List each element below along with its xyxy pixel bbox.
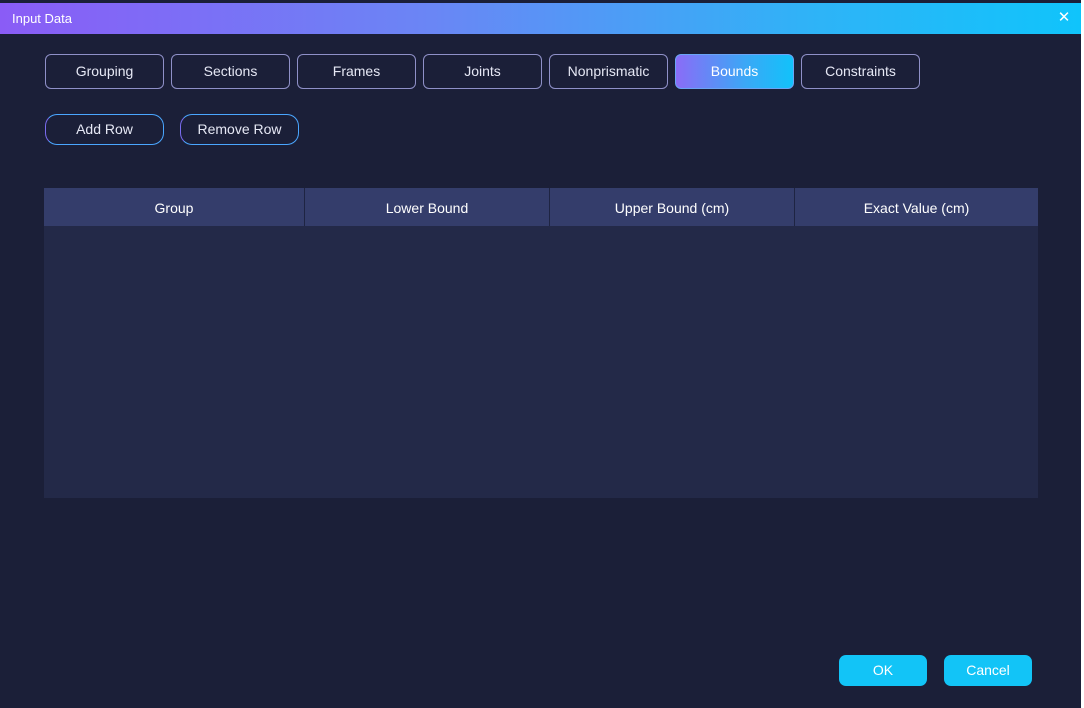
tab-bounds[interactable]: Bounds (675, 54, 794, 89)
table-header: Group Lower Bound Upper Bound (cm) Exact… (44, 188, 1038, 226)
column-header-upper-bound[interactable]: Upper Bound (cm) (550, 188, 795, 226)
add-row-button[interactable]: Add Row (45, 114, 164, 145)
input-data-dialog: Input Data ✕ Grouping Sections Frames Jo… (0, 0, 1081, 708)
tab-nonprismatic[interactable]: Nonprismatic (549, 54, 668, 89)
title-bar: Input Data ✕ (0, 3, 1081, 34)
tab-joints[interactable]: Joints (423, 54, 542, 89)
remove-row-button[interactable]: Remove Row (180, 114, 299, 145)
cancel-button[interactable]: Cancel (944, 655, 1032, 686)
tab-constraints[interactable]: Constraints (801, 54, 920, 89)
window-title: Input Data (12, 11, 72, 26)
column-header-exact-value[interactable]: Exact Value (cm) (795, 188, 1038, 226)
tab-grouping[interactable]: Grouping (45, 54, 164, 89)
tab-sections[interactable]: Sections (171, 54, 290, 89)
column-header-group[interactable]: Group (44, 188, 305, 226)
table-body[interactable] (44, 226, 1038, 498)
bounds-table: Group Lower Bound Upper Bound (cm) Exact… (44, 188, 1038, 498)
ok-button[interactable]: OK (839, 655, 927, 686)
tab-frames[interactable]: Frames (297, 54, 416, 89)
close-icon[interactable]: ✕ (1057, 10, 1071, 26)
column-header-lower-bound[interactable]: Lower Bound (305, 188, 550, 226)
